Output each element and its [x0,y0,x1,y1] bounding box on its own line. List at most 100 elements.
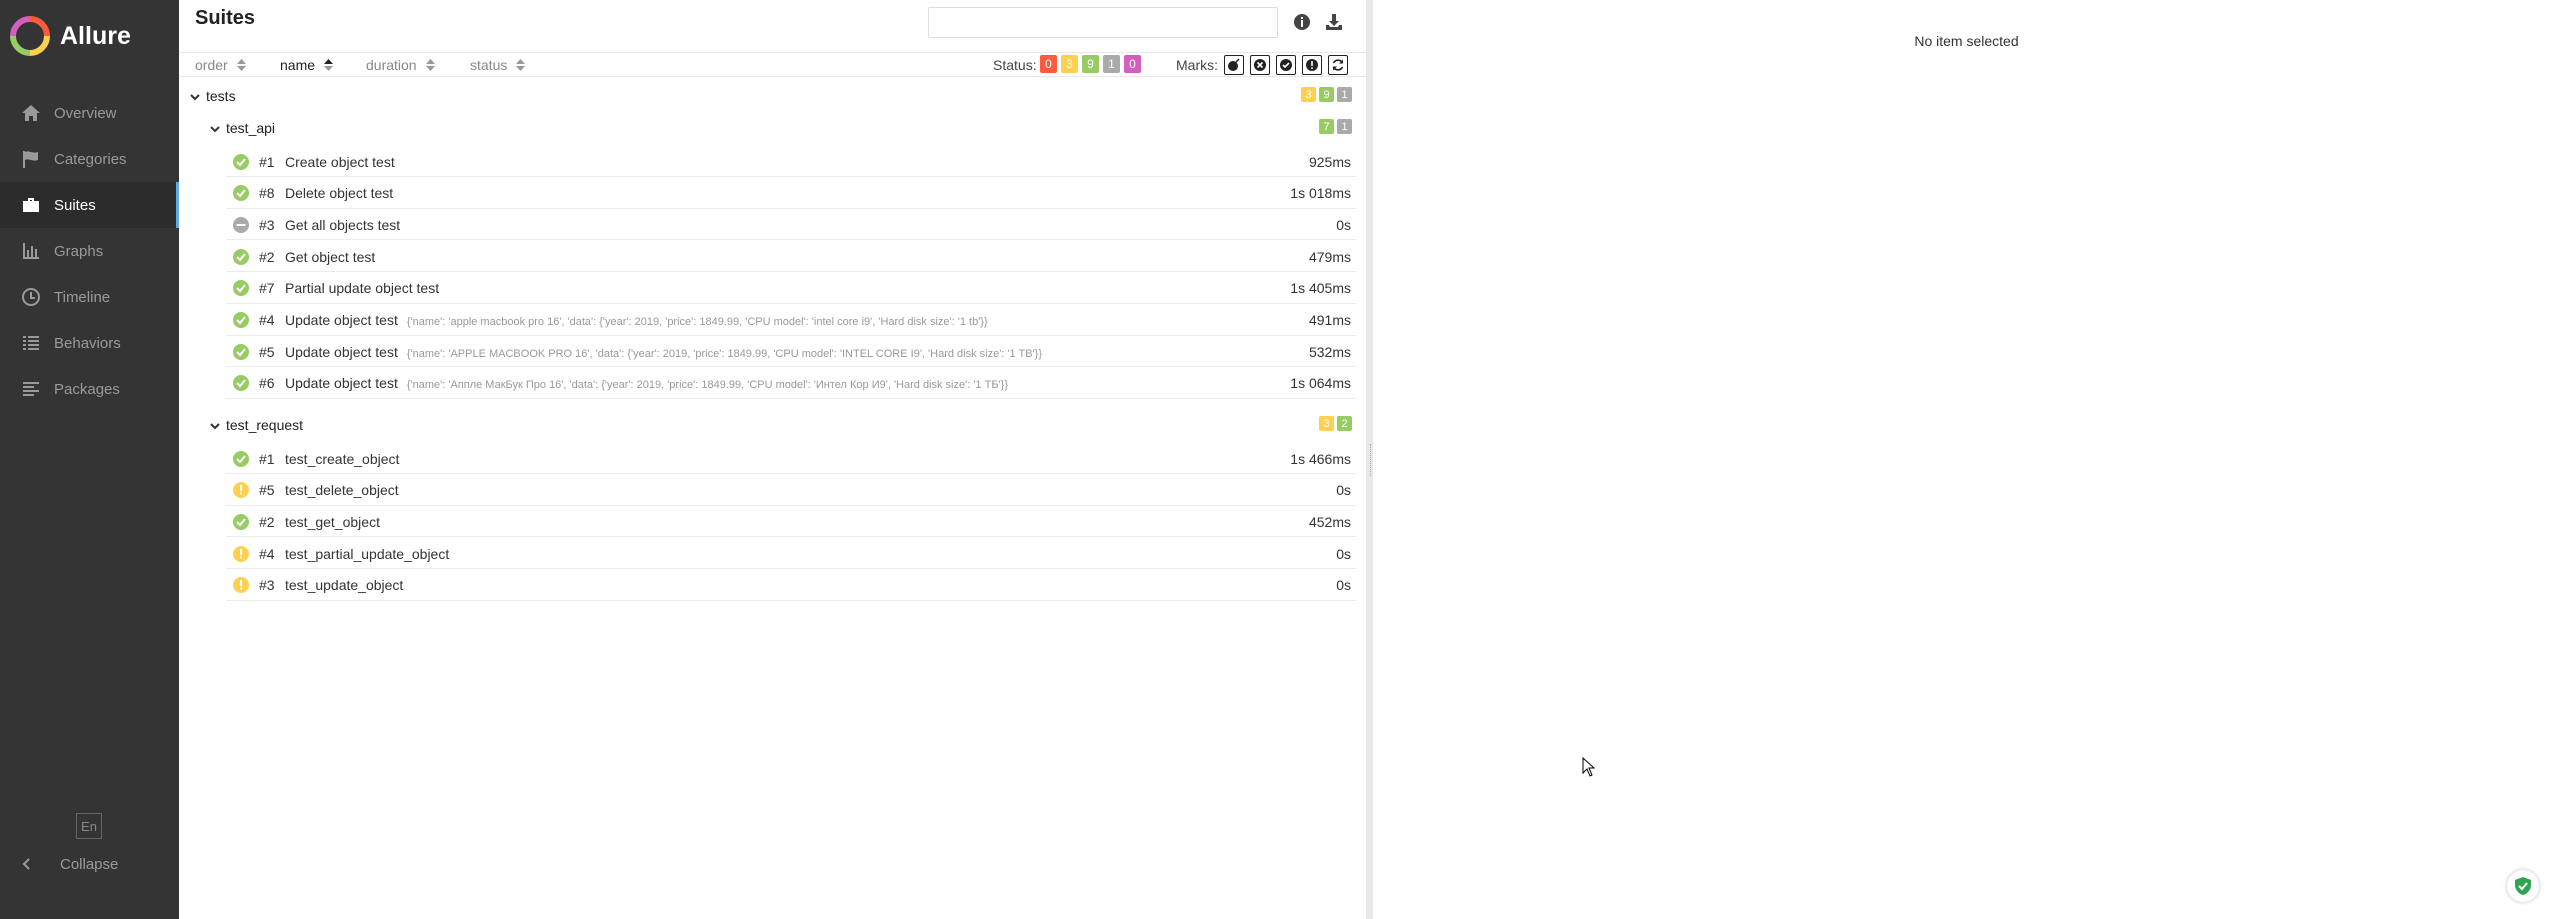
tree-group-test-api[interactable]: test_api 7 1 [179,113,1368,143]
sort-asc-icon [324,59,334,71]
download-button[interactable] [1322,10,1346,34]
test-duration: 1s 405ms [1290,280,1351,297]
sidebar-item-packages[interactable]: Packages [0,366,179,412]
test-row[interactable]: #1 test_create_object 1s 466ms [179,443,1368,474]
test-row[interactable]: #5 Update object test {'name': 'APPLE MACB… [179,336,1368,368]
sidebar-item-label: Categories [54,150,127,168]
test-row[interactable]: #4 Update object test {'name': 'apple macb… [179,305,1368,336]
splitter-grip[interactable] [1370,444,1372,476]
test-number: #3 [259,216,275,233]
test-row[interactable]: #3 Get all objects test 0s [179,209,1368,241]
sort-icon [516,59,526,71]
status-count-badge: 1 [1337,119,1352,134]
test-number: #4 [259,312,275,328]
status-filter-broken[interactable]: 3 [1061,55,1078,73]
test-parameters: {'name': 'Аппле МакБук Про 16', 'data': … [406,379,1008,392]
test-duration: 0s [1336,577,1351,594]
test-duration: 532ms [1308,343,1351,360]
refresh-icon [1332,59,1344,71]
sidebar-item-label: Timeline [54,288,111,306]
status-skipped-icon [232,216,250,234]
sidebar: Allure Overview Categories Suites Graphs… [0,0,179,919]
test-duration: 1s 064ms [1290,375,1351,392]
test-name-wrap: Delete object test [285,185,393,201]
sidebar-item-behaviors[interactable]: Behaviors [0,320,179,366]
sort-label: order [195,57,228,73]
test-name: test_create_object [285,450,400,467]
sidebar-item-graphs[interactable]: Graphs [0,228,179,274]
group-name: test_request [226,417,304,433]
mark-new-failed-toggle[interactable] [1250,55,1270,75]
test-name: Partial update object test [285,280,440,297]
test-name: Update object test [285,375,398,392]
test-row[interactable]: #3 test_update_object 0s [179,570,1368,601]
sidebar-item-suites[interactable]: Suites [0,182,179,228]
status-count-badge: 3 [1301,87,1316,102]
status-broken-icon [232,481,250,499]
sort-by-name[interactable]: name [280,57,334,73]
test-row[interactable]: #2 test_get_object 452ms [179,506,1368,538]
briefcase-icon [20,194,42,216]
exclamation-circle-icon [1306,59,1318,71]
brand[interactable]: Allure [0,0,179,72]
status-filter-passed[interactable]: 9 [1082,55,1099,73]
status-count-badge: 2 [1337,416,1352,431]
mark-retries-toggle[interactable] [1328,55,1348,75]
mark-new-passed-toggle[interactable] [1276,55,1296,75]
test-number: #2 [259,513,275,530]
sort-label: duration [366,57,417,73]
tree-group-tests[interactable]: tests 3 9 1 [179,81,1368,111]
test-row[interactable]: #2 Get object test 479ms [179,241,1368,273]
collapse-button[interactable]: Collapse [0,846,179,882]
test-name-wrap: test_partial_update_object [285,546,449,562]
sidebar-item-overview[interactable]: Overview [0,90,179,136]
test-name: Get all objects test [285,216,401,233]
test-name: Delete object test [285,185,394,202]
info-button[interactable] [1290,10,1314,34]
test-name-wrap: Create object test [285,154,395,170]
status-filter-unknown[interactable]: 0 [1124,55,1141,73]
bar-chart-icon [20,240,42,262]
test-name: test_get_object [285,513,380,530]
check-circle-icon [1280,59,1292,71]
test-row[interactable]: #1 Create object test 925ms [179,146,1368,177]
test-number: #6 [259,375,275,392]
test-row[interactable]: #5 test_delete_object 0s [179,475,1368,506]
security-shield-button[interactable] [2507,870,2539,902]
sort-by-order[interactable]: order [195,57,246,73]
sort-by-status[interactable]: status [470,57,526,73]
sidebar-item-categories[interactable]: Categories [0,136,179,182]
test-name-wrap: test_get_object [285,514,380,530]
status-filter-skipped[interactable]: 1 [1103,55,1120,73]
mark-new-broken-toggle[interactable] [1302,55,1322,75]
test-name-wrap: Update object test {'name': 'apple macboo… [285,312,988,328]
test-row[interactable]: #8 Delete object test 1s 018ms [179,178,1368,209]
sidebar-item-timeline[interactable]: Timeline [0,274,179,320]
status-passed-icon [232,279,250,297]
test-row[interactable]: #4 test_partial_update_object 0s [179,538,1368,570]
test-name: test_delete_object [285,482,399,499]
test-row[interactable]: #7 Partial update object test 1s 405ms [179,273,1368,304]
status-filter-failed[interactable]: 0 [1040,55,1057,73]
test-duration: 452ms [1308,513,1351,530]
language-switcher[interactable]: En [76,813,102,839]
sort-by-duration[interactable]: duration [366,57,435,73]
status-count-badge: 9 [1319,87,1334,102]
status-passed-icon [232,374,250,392]
tree-group-test-request[interactable]: test_request 3 2 [179,410,1368,440]
test-duration: 479ms [1308,248,1351,265]
status-passed-icon [232,513,250,531]
test-duration: 491ms [1308,312,1351,328]
mark-flaky-toggle[interactable] [1224,55,1244,75]
chevron-left-icon [22,858,30,870]
status-passed-icon [232,153,250,171]
search-input[interactable] [928,7,1278,38]
status-passed-icon [232,184,250,202]
sidebar-item-label: Behaviors [54,334,121,352]
times-circle-icon [1254,59,1266,71]
test-row[interactable]: #6 Update object test {'name': 'Аппле МакБ… [179,368,1368,399]
group-name: test_api [226,120,276,136]
status-broken-icon [232,576,250,594]
sidebar-item-label: Overview [54,104,117,122]
status-count-badge: 1 [1337,87,1352,102]
